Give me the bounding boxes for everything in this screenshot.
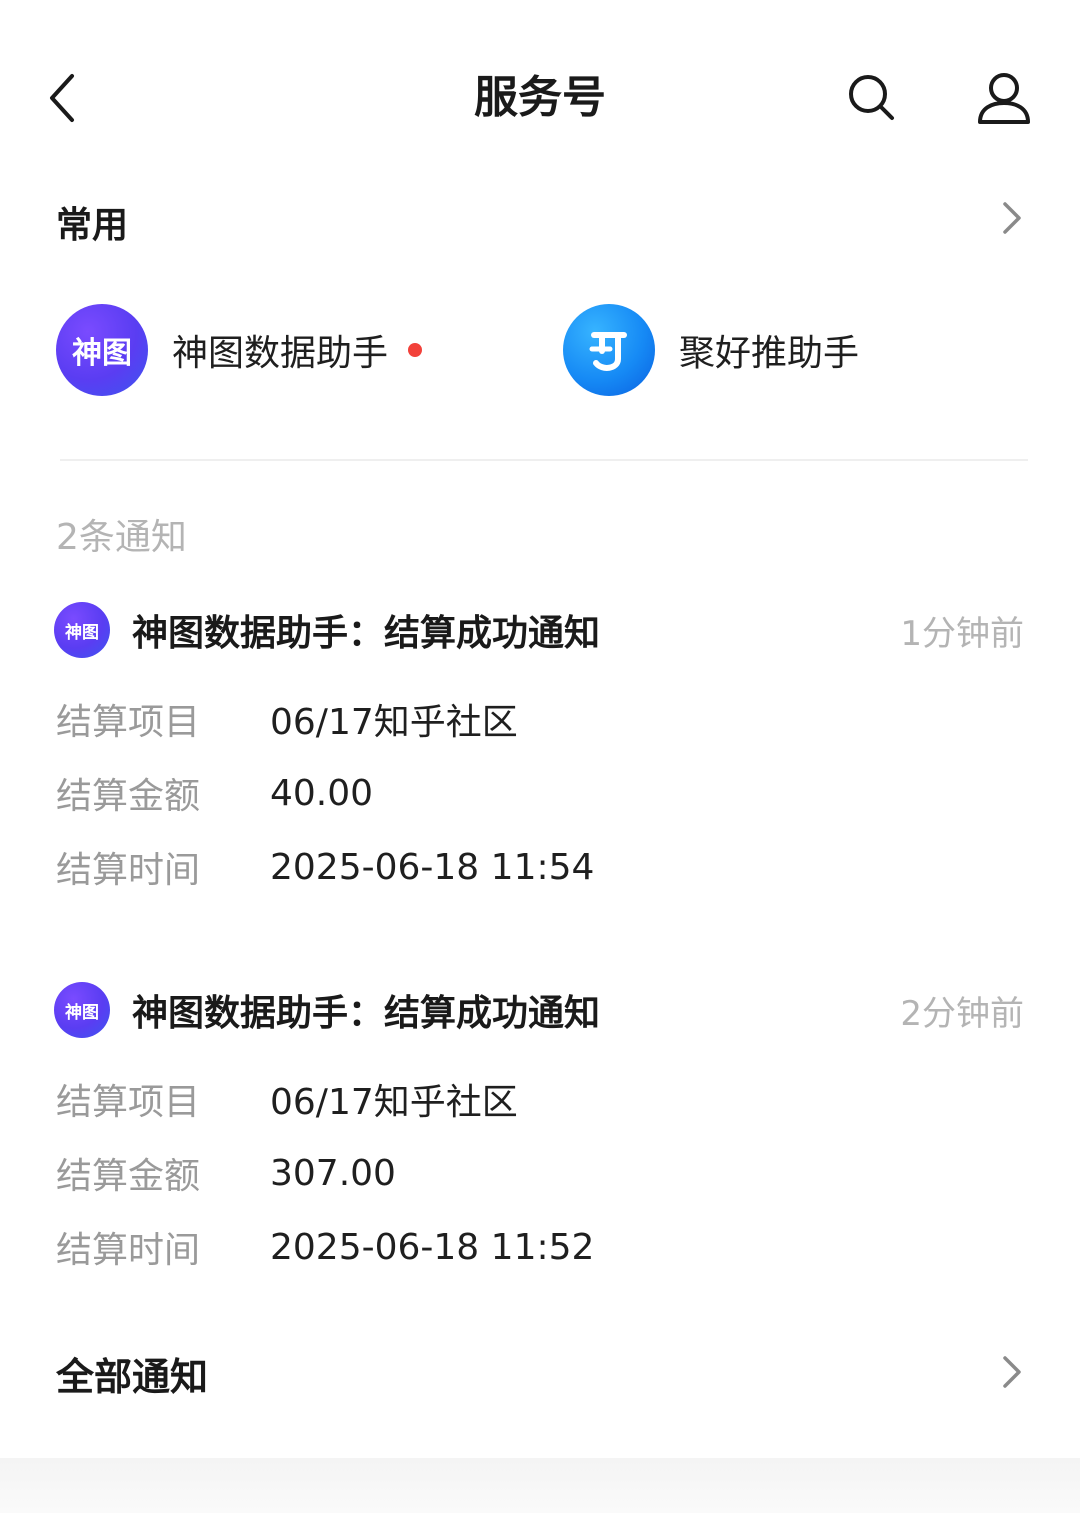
notification-title: 神图数据助手：结算成功通知 — [132, 613, 601, 654]
detail-label: 结算时间 — [56, 850, 201, 891]
notification-card[interactable]: 神图 神图数据助手：结算成功通知 1分钟前 结算项目 06/17知乎社区 结算金… — [0, 602, 1080, 932]
detail-label: 结算金额 — [56, 776, 201, 817]
detail-row: 结算金额 307.00 — [56, 1148, 396, 1198]
all-notifications-chevron — [992, 1352, 1032, 1392]
detail-row: 结算时间 2025-06-18 11:54 — [56, 842, 594, 892]
bottom-band — [0, 1458, 1080, 1513]
juhaotui-logo — [563, 304, 655, 396]
detail-value: 2025-06-18 11:52 — [270, 1226, 595, 1268]
favorite-item-shentu[interactable]: 神图 神图数据助手 — [56, 302, 423, 398]
back-button[interactable] — [30, 62, 94, 134]
detail-row: 结算时间 2025-06-18 11:52 — [56, 1222, 594, 1272]
detail-value: 40.00 — [270, 772, 374, 814]
sender-avatar: 神图 — [54, 982, 110, 1038]
notification-time: 2分钟前 — [900, 993, 1024, 1034]
detail-value: 06/17知乎社区 — [270, 702, 518, 743]
tj-logo-icon — [589, 332, 627, 371]
favorite-name: 聚好推助手 — [679, 333, 860, 374]
notification-title: 神图数据助手：结算成功通知 — [132, 993, 601, 1034]
detail-label: 结算时间 — [56, 1230, 201, 1271]
unread-dot — [408, 343, 423, 357]
detail-label: 结算金额 — [56, 1156, 201, 1197]
detail-row: 结算项目 06/17知乎社区 — [56, 694, 518, 744]
favorite-item-juhaotui[interactable]: 聚好推助手 — [563, 302, 859, 398]
page-title: 服务号 — [474, 72, 606, 123]
detail-label: 结算项目 — [56, 702, 201, 743]
favorite-name: 神图数据助手 — [172, 333, 389, 374]
detail-value: 2025-06-18 11:54 — [270, 846, 595, 888]
notification-header: 神图 神图数据助手：结算成功通知 1分钟前 — [54, 602, 1024, 658]
detail-value: 06/17知乎社区 — [270, 1082, 518, 1123]
search-icon — [849, 75, 894, 120]
detail-label: 结算项目 — [56, 1082, 201, 1123]
all-notifications-link[interactable]: 全部通知 — [0, 1338, 1080, 1408]
favorites-title: 常用 — [56, 205, 129, 246]
detail-value: 307.00 — [270, 1152, 396, 1194]
chevron-right-icon — [1003, 202, 1021, 234]
notification-header: 神图 神图数据助手：结算成功通知 2分钟前 — [54, 982, 1024, 1038]
detail-row: 结算金额 40.00 — [56, 768, 373, 818]
notification-time: 1分钟前 — [900, 613, 1024, 654]
favorites-more-button[interactable] — [992, 198, 1032, 238]
section-divider — [60, 459, 1028, 461]
sender-avatar: 神图 — [54, 602, 110, 658]
profile-button[interactable] — [968, 62, 1040, 134]
chevron-right-icon — [1003, 1356, 1021, 1388]
notification-card[interactable]: 神图 神图数据助手：结算成功通知 2分钟前 结算项目 06/17知乎社区 结算金… — [0, 982, 1080, 1312]
shentu-logo: 神图 — [56, 304, 148, 396]
user-icon — [978, 73, 1030, 124]
search-button[interactable] — [836, 62, 908, 134]
chevron-left-icon — [50, 74, 74, 122]
all-notifications-label: 全部通知 — [56, 1355, 209, 1399]
detail-row: 结算项目 06/17知乎社区 — [56, 1074, 518, 1124]
notification-count: 2条通知 — [56, 517, 187, 558]
